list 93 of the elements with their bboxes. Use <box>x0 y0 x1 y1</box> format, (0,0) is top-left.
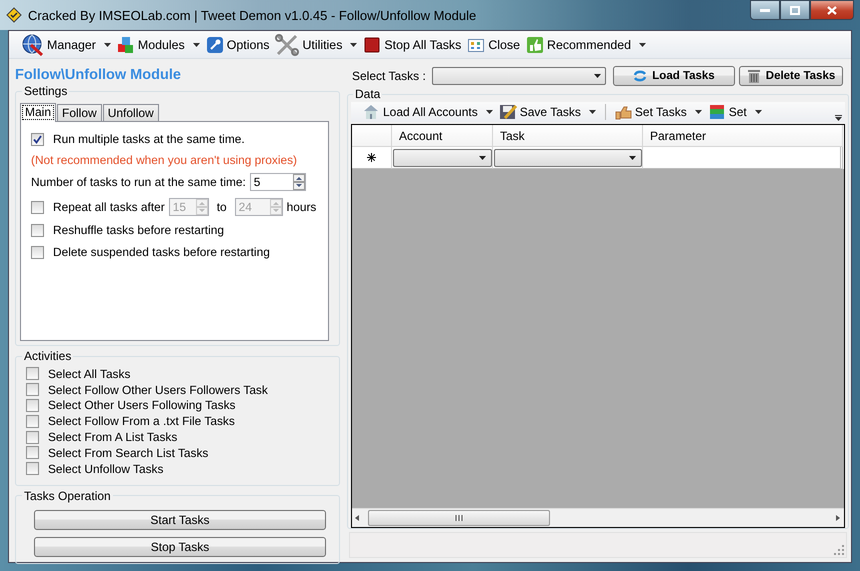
dropdown-field[interactable] <box>494 148 642 166</box>
toolbar-button[interactable]: Manager <box>21 34 112 56</box>
trash-icon <box>746 69 761 83</box>
stacked-blocks-icon <box>708 103 726 121</box>
resize-grip-icon[interactable] <box>834 545 844 555</box>
close-button[interactable] <box>810 0 854 20</box>
task-button[interactable]: Start Tasks <box>34 510 326 530</box>
toolbar-button[interactable]: Close <box>466 36 521 54</box>
checkbox[interactable] <box>31 246 44 258</box>
checkbox-label: Delete suspended tasks before restarting <box>53 245 270 259</box>
group-title: Tasks Operation <box>23 488 112 503</box>
minimize-button[interactable] <box>750 0 780 20</box>
field-label: to <box>216 200 227 214</box>
checkbox[interactable] <box>26 414 39 428</box>
refresh-icon <box>633 70 648 82</box>
caret-icon <box>588 110 596 114</box>
caret-icon <box>350 42 358 46</box>
field-label: Select Tasks : <box>352 69 427 83</box>
stop-icon <box>363 36 382 54</box>
toolbar-button[interactable]: Recommended <box>525 36 648 54</box>
column-header[interactable]: Task <box>493 125 643 147</box>
caret-icon <box>479 156 486 160</box>
globe-icon <box>22 34 44 56</box>
checkbox-label: Select Unfollow Tasks <box>48 462 164 476</box>
window-title: Cracked By IMSEOLab.com | Tweet Demon v1.0.45 - Follow/Unfollow Module <box>28 8 478 22</box>
new-row-icon <box>367 153 376 162</box>
toolbar-button[interactable]: Save Tasks <box>498 103 609 121</box>
checkbox[interactable] <box>31 224 44 236</box>
module-heading: Follow\Unfollow Module <box>15 67 182 83</box>
column-header[interactable]: Account <box>392 125 493 147</box>
maximize-button[interactable] <box>780 0 810 20</box>
checkbox[interactable] <box>26 446 39 460</box>
field-label: Number of tasks to run at the same time: <box>31 175 246 189</box>
horizontal-scrollbar[interactable] <box>352 508 844 527</box>
group-title: Settings <box>23 84 68 98</box>
checkbox-label: Select From A List Tasks <box>48 430 178 444</box>
field-label: hours <box>286 200 316 214</box>
caret-icon <box>104 42 111 46</box>
checkbox[interactable] <box>31 132 44 146</box>
checkbox[interactable] <box>26 383 39 396</box>
caret-icon <box>629 156 636 160</box>
number-spinner[interactable]: 5 <box>250 173 306 191</box>
delete-tasks-button[interactable]: Delete Tasks <box>739 66 843 86</box>
tab[interactable]: Unfollow <box>102 104 159 121</box>
task-button[interactable]: Stop Tasks <box>34 536 326 557</box>
checkbox-label: Run multiple tasks at the same time. <box>53 132 245 146</box>
toolbar-button[interactable]: Load All Accounts <box>361 103 494 121</box>
tab[interactable]: Follow <box>57 104 102 121</box>
maximize-icon <box>790 6 800 14</box>
dropdown-field[interactable] <box>432 67 606 85</box>
key-icon <box>206 36 224 54</box>
checkbox-label: Select All Tasks <box>48 366 130 381</box>
caret-icon <box>639 42 646 46</box>
thumbs-up-icon <box>526 36 544 54</box>
caret-icon <box>192 42 200 46</box>
tab[interactable]: Main <box>20 103 56 122</box>
dropdown-field[interactable] <box>392 148 492 166</box>
toolbar-button[interactable]: Set <box>706 103 763 121</box>
load-tasks-button[interactable]: Load Tasks <box>613 66 735 86</box>
checkbox-label: Repeat all tasks after <box>53 200 165 214</box>
checkbox[interactable] <box>26 462 39 476</box>
checkbox[interactable] <box>26 398 39 412</box>
group-title: Activities <box>23 349 72 363</box>
column-header[interactable]: Parameter <box>643 125 843 147</box>
checkbox-label: Select Other Users Following Tasks <box>48 398 236 412</box>
caret-icon <box>694 110 702 114</box>
toolbar-button[interactable]: Set Tasks <box>612 103 703 121</box>
caret-icon <box>486 110 493 114</box>
toolbar-button[interactable]: Utilities <box>274 34 358 56</box>
toolbar-button[interactable]: Options <box>204 36 270 54</box>
checkbox[interactable] <box>26 367 39 380</box>
house-icon <box>362 103 380 121</box>
toolbar-button[interactable]: Modules <box>116 36 201 54</box>
toolbar-button[interactable]: Stop All Tasks <box>362 36 462 54</box>
blocks-icon <box>116 36 135 54</box>
checkbox-label: Reshuffle tasks before restarting <box>53 223 224 237</box>
checkbox-label: Select Follow Other Users Followers Task <box>48 382 268 397</box>
spin-arrows-icon[interactable] <box>292 174 305 190</box>
overflow-icon[interactable] <box>835 115 842 121</box>
checkbox-label: Select Follow From a .txt File Tasks <box>48 414 235 428</box>
tools-icon <box>275 34 300 56</box>
caret-icon <box>754 110 762 114</box>
checkbox[interactable] <box>31 200 44 214</box>
minimize-icon <box>760 8 770 12</box>
app-icon <box>6 7 22 23</box>
checkbox-label: Select From Search List Tasks <box>48 446 208 460</box>
close-icon <box>827 6 837 14</box>
checkbox[interactable] <box>26 430 39 444</box>
caret-icon <box>594 74 600 78</box>
group-title: Data <box>354 87 382 101</box>
scroll-thumb[interactable] <box>368 510 550 526</box>
parameter-cell[interactable] <box>643 147 843 169</box>
warning-text: (Not recommended when you aren't using proxies) <box>31 152 298 168</box>
